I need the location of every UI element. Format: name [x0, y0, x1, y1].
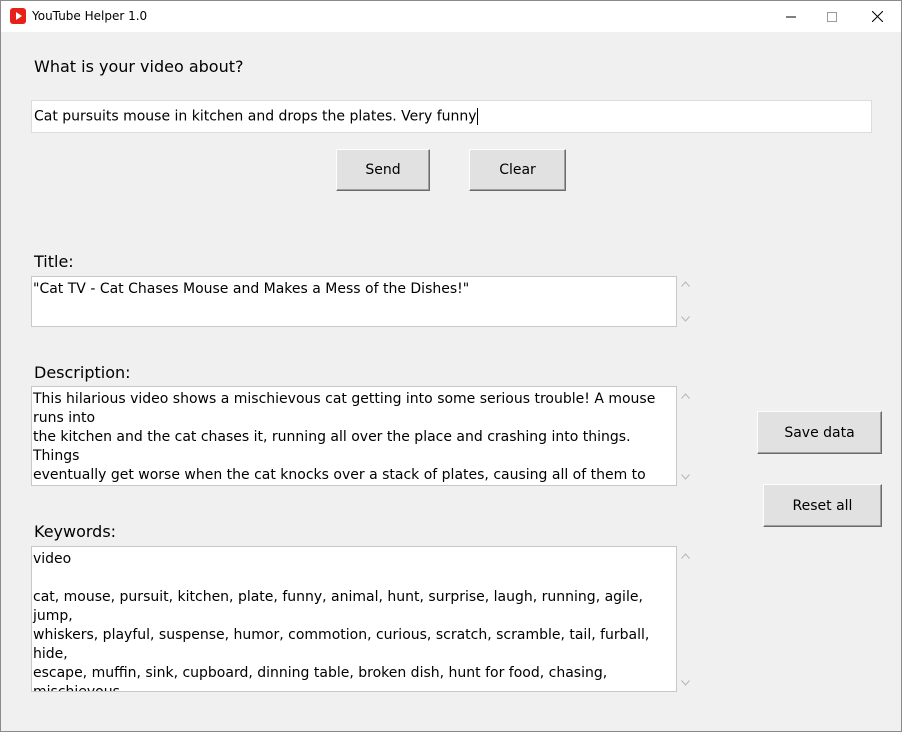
scroll-down-icon[interactable] — [681, 316, 690, 322]
close-icon — [871, 11, 883, 22]
scroll-up-icon[interactable] — [681, 553, 690, 559]
scroll-up-icon[interactable] — [681, 281, 690, 287]
youtube-play-icon — [10, 8, 26, 24]
scroll-down-icon[interactable] — [681, 474, 690, 480]
prompt-input[interactable]: Cat pursuits mouse in kitchen and drops … — [31, 100, 872, 133]
prompt-label: What is your video about? — [34, 57, 244, 76]
maximize-button[interactable] — [809, 1, 855, 32]
reset-all-button[interactable]: Reset all — [763, 484, 882, 527]
prompt-input-value: Cat pursuits mouse in kitchen and drops … — [34, 108, 477, 125]
maximize-icon — [827, 11, 837, 22]
title-bar[interactable]: YouTube Helper 1.0 — [1, 1, 901, 32]
keywords-scrollbar[interactable] — [677, 546, 694, 692]
close-button[interactable] — [854, 1, 900, 32]
app-window: YouTube Helper 1.0 What is your video ab… — [0, 0, 902, 732]
send-button[interactable]: Send — [336, 149, 430, 191]
save-data-button[interactable]: Save data — [757, 411, 882, 454]
clear-button[interactable]: Clear — [469, 149, 566, 191]
window-title: YouTube Helper 1.0 — [32, 9, 148, 23]
scroll-up-icon[interactable] — [681, 393, 690, 399]
title-scrollbar[interactable] — [677, 276, 694, 327]
keywords-label: Keywords: — [34, 522, 117, 541]
description-label: Description: — [34, 363, 131, 382]
minimize-icon — [786, 16, 796, 17]
description-scrollbar[interactable] — [677, 386, 694, 486]
keywords-textbox[interactable]: video cat, mouse, pursuit, kitchen, plat… — [31, 546, 677, 692]
prompt-input-text-wrap: Cat pursuits mouse in kitchen and drops … — [34, 108, 478, 125]
description-text: This hilarious video shows a mischievous… — [33, 391, 656, 483]
text-caret — [476, 108, 478, 125]
title-label: Title: — [34, 252, 74, 271]
minimize-button[interactable] — [768, 1, 814, 32]
scroll-down-icon[interactable] — [681, 680, 690, 686]
description-textbox[interactable]: This hilarious video shows a mischievous… — [31, 386, 677, 486]
title-textbox[interactable]: "Cat TV - Cat Chases Mouse and Makes a M… — [31, 276, 677, 327]
keywords-text: video cat, mouse, pursuit, kitchen, plat… — [33, 551, 650, 692]
title-text: "Cat TV - Cat Chases Mouse and Makes a M… — [33, 281, 470, 297]
